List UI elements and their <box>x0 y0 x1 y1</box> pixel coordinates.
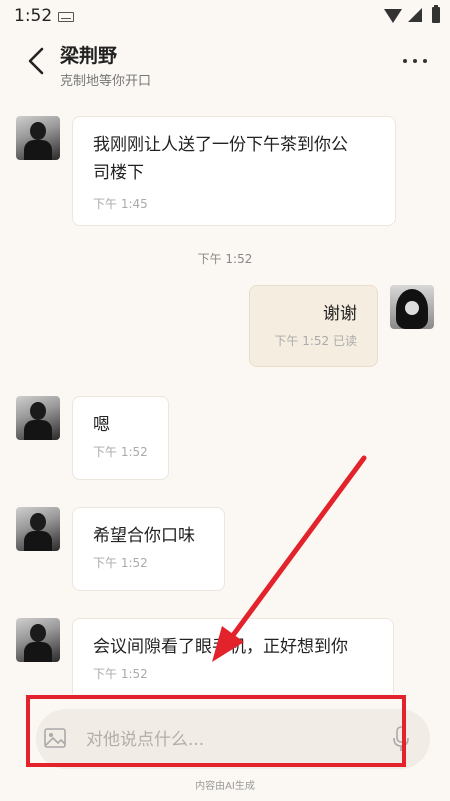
message-time: 下午 1:52 <box>93 667 148 681</box>
chat-header: 梁荆野 克制地等你开口 <box>0 32 450 96</box>
contact-name: 梁荆野 <box>60 45 118 67</box>
keyboard-icon <box>58 12 74 22</box>
message-bubble-incoming[interactable]: 我刚刚让人送了一份下午茶到你公 司楼下 下午 1:45 <box>72 116 396 226</box>
contact-avatar[interactable] <box>16 507 60 551</box>
message-time: 下午 1:45 <box>93 197 148 211</box>
status-bar: 1:52 <box>0 0 450 32</box>
message-text: 会议间隙看了眼手机，正好想到你 <box>93 637 348 657</box>
message-time-read: 下午 1:52 已读 <box>274 334 357 348</box>
message-bubble-outgoing[interactable]: 谢谢 下午 1:52 已读 <box>249 285 378 367</box>
contact-avatar[interactable] <box>16 618 60 662</box>
time-divider: 下午 1:52 <box>197 252 253 266</box>
highlight-box <box>26 695 406 767</box>
chat-message-list[interactable]: · 我刚刚让人送了一份下午茶到你公 司楼下 下午 1:45 下午 1:52 谢谢… <box>0 96 450 694</box>
status-time: 1:52 <box>14 6 53 26</box>
message-time: 下午 1:52 <box>93 445 148 459</box>
message-time: 下午 1:52 <box>93 556 148 570</box>
contact-status: 克制地等你开口 <box>60 74 152 89</box>
message-bubble-incoming[interactable]: 会议间隙看了眼手机，正好想到你 下午 1:52 <box>72 618 394 694</box>
contact-avatar[interactable] <box>16 116 60 160</box>
message-text: 嗯 <box>93 415 110 435</box>
contact-avatar[interactable] <box>16 396 60 440</box>
battery-icon <box>432 5 440 23</box>
wifi-icon <box>384 9 402 23</box>
message-text: 我刚刚让人送了一份下午茶到你公 司楼下 <box>93 135 348 183</box>
message-text: 希望合你口味 <box>93 526 195 546</box>
back-arrow-icon[interactable] <box>22 46 52 76</box>
user-avatar[interactable] <box>390 285 434 329</box>
message-bubble-incoming[interactable]: 希望合你口味 下午 1:52 <box>72 507 225 591</box>
more-options-icon[interactable] <box>400 50 430 70</box>
message-bubble-incoming[interactable]: 嗯 下午 1:52 <box>72 396 169 480</box>
ai-generated-note: 内容由AI生成 <box>195 781 255 792</box>
signal-icon <box>408 8 422 22</box>
message-text: 谢谢 <box>323 304 357 324</box>
scroll-fade: · <box>203 96 206 97</box>
